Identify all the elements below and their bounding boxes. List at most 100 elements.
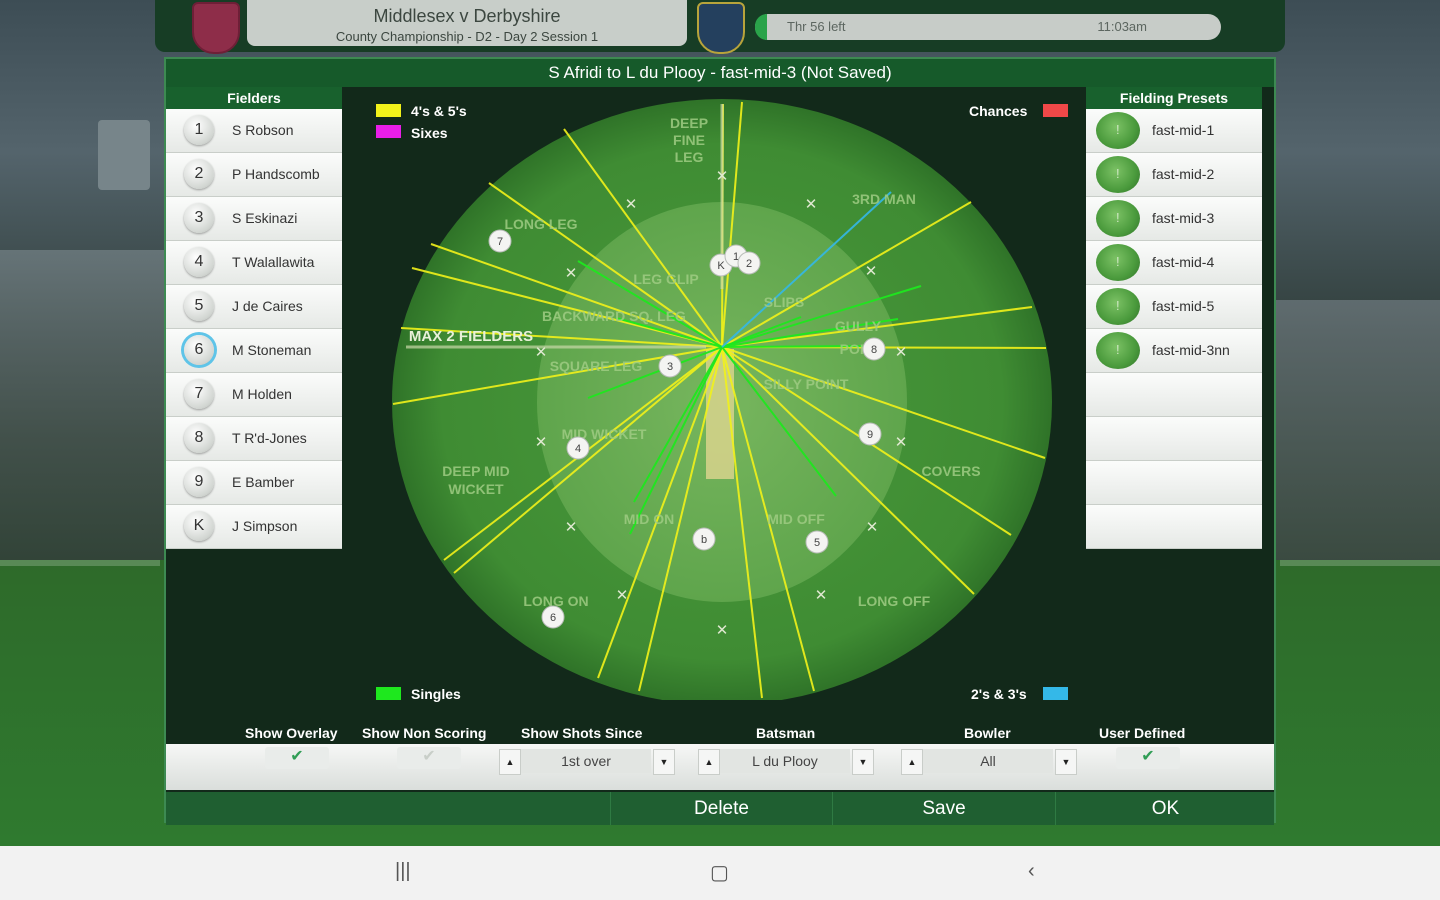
bowler-down-button[interactable]: ▼ — [1055, 749, 1077, 775]
back-icon[interactable]: ‹ — [1028, 860, 1035, 883]
preset-row[interactable]: ! fast-mid-3nn — [1086, 329, 1262, 373]
fielder-name: J Simpson — [232, 518, 298, 534]
position-cross: ✕ — [625, 195, 638, 213]
preset-name: fast-mid-3nn — [1152, 342, 1230, 358]
label-show-shots-since: Show Shots Since — [521, 725, 643, 741]
label-show-overlay: Show Overlay — [245, 725, 338, 741]
sixes-swatch — [376, 125, 401, 138]
batsman-spinner[interactable]: ▲ L du Plooy ▼ — [698, 749, 874, 775]
fielder-row[interactable]: K J Simpson — [166, 505, 342, 549]
preset-field-icon: ! — [1096, 112, 1140, 149]
bowler-value: All — [923, 749, 1053, 773]
preset-row-empty[interactable] — [1086, 461, 1262, 505]
preset-name: fast-mid-3 — [1152, 210, 1215, 226]
field-position-label: WICKET — [448, 481, 504, 497]
chances-swatch — [1043, 104, 1068, 117]
save-button[interactable]: Save — [832, 792, 1055, 825]
show-overlay-checkbox[interactable]: ✔ — [265, 747, 329, 769]
preset-field-icon: ! — [1096, 332, 1140, 369]
position-cross: ✕ — [895, 343, 908, 361]
batsman-up-button[interactable]: ▲ — [698, 749, 720, 775]
fielder-name: J de Caires — [232, 298, 303, 314]
position-cross: ✕ — [865, 262, 878, 280]
singles-swatch — [376, 687, 401, 700]
shots-since-up-button[interactable]: ▲ — [499, 749, 521, 775]
fielder-row[interactable]: 5 J de Caires — [166, 285, 342, 329]
preset-row[interactable]: ! fast-mid-2 — [1086, 153, 1262, 197]
delete-button[interactable]: Delete — [610, 792, 832, 825]
preset-name: fast-mid-5 — [1152, 298, 1215, 314]
fielder-marker-label: 3 — [667, 361, 673, 373]
field-position-label: BACKWARD SQ. LEG — [542, 308, 686, 324]
max-fielders-label: MAX 2 FIELDERS — [409, 328, 533, 345]
fielder-name: S Eskinazi — [232, 210, 298, 226]
legend-singles: Singles — [411, 686, 461, 702]
ok-button[interactable]: OK — [1055, 792, 1275, 825]
preset-row-empty[interactable] — [1086, 373, 1262, 417]
fielder-row[interactable]: 1 S Robson — [166, 109, 342, 153]
shots-since-down-button[interactable]: ▼ — [653, 749, 675, 775]
show-non-scoring-checkbox[interactable]: ✔ — [397, 747, 461, 769]
position-cross: ✕ — [535, 433, 548, 451]
preset-row[interactable]: ! fast-mid-4 — [1086, 241, 1262, 285]
fielder-marker-label: 6 — [550, 612, 556, 624]
legend-fours: 4's & 5's — [411, 103, 467, 119]
fielder-row[interactable]: 9 E Bamber — [166, 461, 342, 505]
label-user-defined: User Defined — [1099, 725, 1186, 741]
fielder-number-badge: 3 — [184, 203, 214, 233]
fielder-row[interactable]: 7 M Holden — [166, 373, 342, 417]
controls-labels: Show Overlay Show Non Scoring Show Shots… — [166, 722, 1274, 744]
preset-row[interactable]: ! fast-mid-5 — [1086, 285, 1262, 329]
shots-since-spinner[interactable]: ▲ 1st over ▼ — [499, 749, 675, 775]
fielder-marker-label: K — [717, 260, 725, 272]
position-cross: ✕ — [565, 518, 578, 536]
match-info: Middlesex v Derbyshire County Championsh… — [247, 0, 687, 46]
user-defined-checkbox[interactable]: ✔ — [1116, 747, 1180, 769]
position-cross: ✕ — [805, 195, 818, 213]
legend-chances: Chances — [969, 103, 1028, 119]
field-map[interactable]: DEEP FINE LEG 3RD MAN LONG LEG LEG GLIP SLIPS B… — [346, 84, 1086, 705]
recent-apps-icon[interactable]: ||| — [395, 860, 411, 883]
overs-left: Thr 56 left — [787, 19, 846, 34]
preset-row-empty[interactable] — [1086, 505, 1262, 549]
wagon-wheel[interactable]: DEEPFINELEG 3RD MAN LONG LEG LEG GLIP SLIPS B… — [346, 84, 1086, 705]
field-position-label: DEEP MID — [442, 463, 509, 479]
fielder-marker-label: 5 — [814, 537, 820, 549]
field-position-label: COVERS — [921, 463, 980, 479]
field-position-label: LEG GLIP — [633, 271, 698, 287]
fielders-list: 1 S Robson 2 P Handscomb 3 S Eskinazi 4 T Walal… — [166, 109, 342, 549]
fielders-heading: Fielders — [166, 87, 342, 109]
dialog-title: S Afridi to L du Plooy - fast-mid-3 (Not… — [166, 59, 1274, 87]
floodlight — [98, 120, 150, 190]
position-cross: ✕ — [815, 586, 828, 604]
field-position-label: SILLY POINT — [764, 376, 849, 392]
batsman-down-button[interactable]: ▼ — [852, 749, 874, 775]
controls-row: ✔ ✔ ▲ 1st over ▼ ▲ L du Plooy ▼ ▲ All ▼ … — [166, 744, 1274, 790]
bowler-up-button[interactable]: ▲ — [901, 749, 923, 775]
presets-heading: Fielding Presets — [1086, 87, 1262, 109]
dialog-buttons: Delete Save OK — [166, 792, 1274, 825]
clock-time: 11:03am — [1097, 19, 1147, 34]
system-nav-bar: ||| ▢ ‹ — [0, 846, 1440, 900]
bowler-spinner[interactable]: ▲ All ▼ — [901, 749, 1077, 775]
fielder-marker-label: 8 — [871, 344, 877, 356]
preset-row-empty[interactable] — [1086, 417, 1262, 461]
fielder-row[interactable]: 3 S Eskinazi — [166, 197, 342, 241]
legend-twos: 2's & 3's — [971, 686, 1027, 702]
field-position-label: FINE — [673, 132, 705, 148]
fielder-row[interactable]: 4 T Walallawita — [166, 241, 342, 285]
fielder-row[interactable]: 8 T R'd-Jones — [166, 417, 342, 461]
preset-field-icon: ! — [1096, 244, 1140, 281]
fielder-name: P Handscomb — [232, 166, 320, 182]
fielder-row[interactable]: 6 M Stoneman — [166, 329, 342, 373]
home-icon[interactable]: ▢ — [710, 860, 729, 885]
fielder-number-badge: K — [184, 511, 214, 541]
fielder-row[interactable]: 2 P Handscomb — [166, 153, 342, 197]
fielder-number-badge: 1 — [184, 115, 214, 145]
preset-row[interactable]: ! fast-mid-1 — [1086, 109, 1262, 153]
match-title: Middlesex v Derbyshire — [373, 6, 561, 26]
field-position-label: LONG OFF — [858, 593, 931, 609]
preset-row[interactable]: ! fast-mid-3 — [1086, 197, 1262, 241]
batsman-value: L du Plooy — [720, 749, 850, 773]
fielding-dialog: S Afridi to L du Plooy - fast-mid-3 (Not… — [164, 57, 1276, 825]
